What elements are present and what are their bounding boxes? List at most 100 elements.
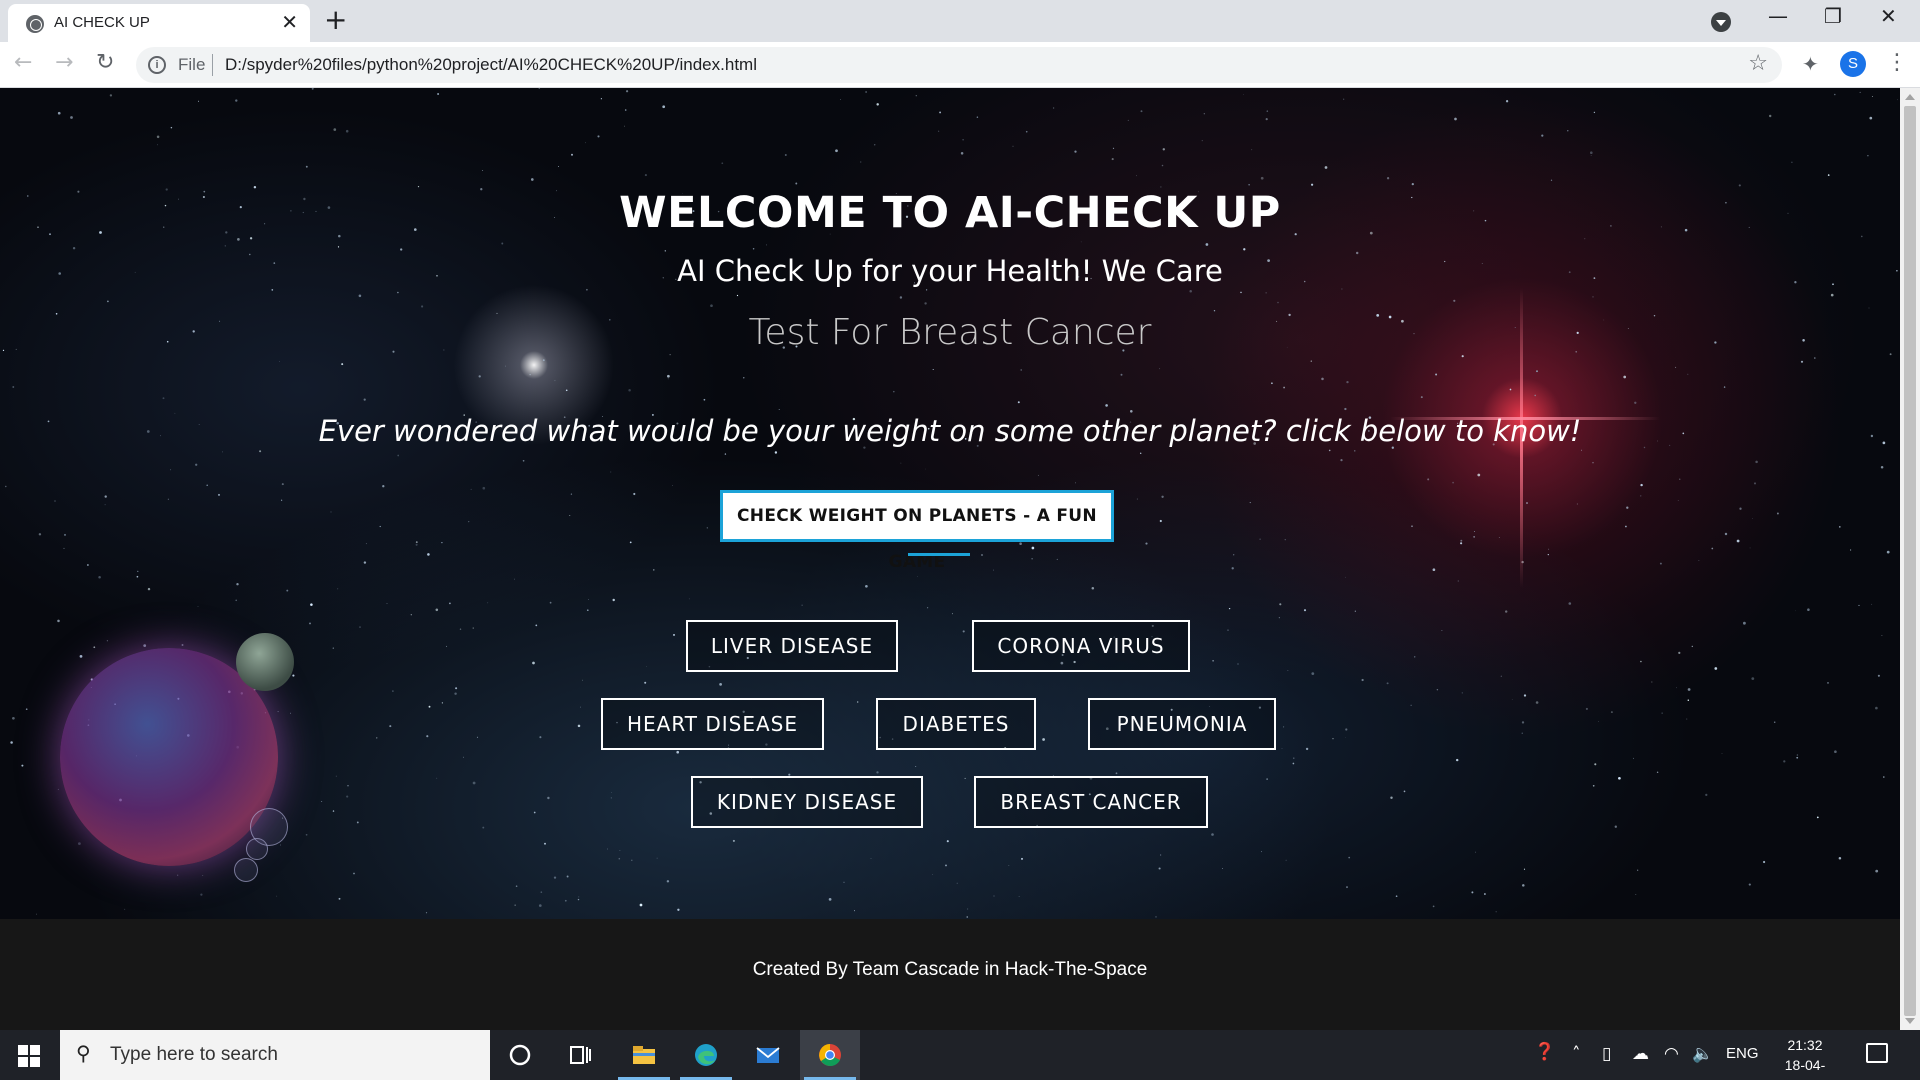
star-dot xyxy=(1475,851,1476,853)
scroll-thumb[interactable] xyxy=(1904,106,1916,1016)
url-text[interactable]: D:/spyder%20files/python%20project/AI%20… xyxy=(225,55,757,75)
star-dot xyxy=(1140,110,1143,113)
edge-button[interactable] xyxy=(676,1030,736,1080)
star-dot xyxy=(553,876,557,879)
file-explorer-button[interactable] xyxy=(614,1030,674,1080)
close-window-button[interactable]: ✕ xyxy=(1880,4,1897,28)
star-dot xyxy=(1867,154,1869,157)
taskbar-search-box[interactable]: ⚲ Type here to search xyxy=(60,1030,490,1080)
corona-virus-button[interactable]: CORONA VIRUS xyxy=(972,620,1190,672)
liver-disease-button[interactable]: LIVER DISEASE xyxy=(686,620,898,672)
new-tab-button[interactable]: + xyxy=(324,3,347,36)
vertical-scrollbar[interactable] xyxy=(1900,88,1920,1030)
star-dot xyxy=(462,756,464,758)
star-dot xyxy=(167,498,170,500)
star-dot xyxy=(236,583,239,586)
browser-menu-icon[interactable]: ⋮ xyxy=(1886,50,1908,75)
mail-button[interactable] xyxy=(738,1030,798,1080)
star-dot xyxy=(743,377,745,379)
device-icon[interactable]: ▯ xyxy=(1602,1044,1611,1064)
star-dot xyxy=(363,561,367,564)
star-dot xyxy=(1075,482,1077,484)
tab-search-icon[interactable] xyxy=(1711,12,1731,32)
scroll-up-arrow-icon[interactable] xyxy=(1905,94,1915,100)
chrome-button[interactable] xyxy=(800,1030,860,1080)
star-dot xyxy=(1763,860,1766,864)
star-dot xyxy=(542,359,545,362)
star-dot xyxy=(1189,290,1192,293)
star-dot xyxy=(1791,161,1793,163)
scroll-down-arrow-icon[interactable] xyxy=(1905,1018,1915,1024)
star-dot xyxy=(1656,771,1659,774)
star-dot xyxy=(1265,118,1268,121)
star-dot xyxy=(1112,147,1115,149)
mail-icon xyxy=(756,1047,780,1063)
star-dot xyxy=(1477,473,1481,477)
onedrive-icon[interactable]: ☁ xyxy=(1632,1044,1649,1064)
star-dot xyxy=(292,674,295,677)
help-icon[interactable]: ❓ xyxy=(1534,1042,1555,1062)
pneumonia-button[interactable]: PNEUMONIA xyxy=(1088,698,1276,750)
star-dot xyxy=(309,622,311,625)
star-dot xyxy=(290,712,292,714)
notification-center-icon[interactable] xyxy=(1866,1043,1888,1063)
volume-icon[interactable]: 🔈 xyxy=(1692,1044,1713,1064)
planet-weight-game-button[interactable]: CHECK WEIGHT ON PLANETS - A FUN GAME xyxy=(720,490,1114,572)
star-dot xyxy=(157,144,158,146)
address-bar[interactable]: i File D:/spyder%20files/python%20projec… xyxy=(136,47,1782,83)
breast-cancer-button[interactable]: BREAST CANCER xyxy=(974,776,1208,828)
profile-avatar[interactable]: S xyxy=(1840,51,1866,77)
back-arrow-icon[interactable]: ← xyxy=(14,50,32,75)
cortana-button[interactable] xyxy=(490,1030,550,1080)
star-dot xyxy=(1233,554,1235,556)
task-view-icon xyxy=(570,1046,591,1064)
restore-button[interactable]: ❐ xyxy=(1824,4,1842,28)
star-dot xyxy=(801,604,803,606)
star-dot xyxy=(501,242,504,245)
star-dot xyxy=(1453,299,1456,302)
star-dot xyxy=(104,495,107,498)
star-dot xyxy=(1705,793,1708,797)
star-dot xyxy=(1460,542,1463,545)
star-dot xyxy=(386,602,388,604)
star-dot xyxy=(1677,500,1679,502)
info-icon[interactable]: i xyxy=(148,56,166,74)
minimize-button[interactable]: — xyxy=(1768,4,1788,28)
star-dot xyxy=(441,702,444,704)
star-dot xyxy=(1749,547,1751,549)
star-dot xyxy=(1498,536,1500,538)
star-dot xyxy=(1410,704,1412,706)
star-dot xyxy=(876,771,879,774)
star-dot xyxy=(72,246,76,250)
extensions-puzzle-icon[interactable]: ✦ xyxy=(1802,52,1819,76)
star-dot xyxy=(1159,368,1161,370)
star-dot xyxy=(529,374,531,376)
heart-disease-button[interactable]: HEART DISEASE xyxy=(601,698,824,750)
star-dot xyxy=(1324,166,1328,169)
star-dot xyxy=(644,174,647,177)
wifi-icon[interactable]: ◠ xyxy=(1664,1044,1679,1064)
forward-arrow-icon[interactable]: → xyxy=(55,50,73,75)
star-dot xyxy=(1541,134,1544,137)
star-dot xyxy=(459,628,462,630)
system-clock[interactable]: 21:32 18-04-2021 xyxy=(1770,1035,1840,1080)
windows-start-icon[interactable] xyxy=(18,1045,40,1067)
star-dot xyxy=(1751,677,1755,680)
browser-tab[interactable]: AI CHECK UP ✕ xyxy=(8,4,310,42)
tab-close-icon[interactable]: ✕ xyxy=(281,10,298,34)
star-dot xyxy=(1283,726,1285,728)
task-view-button[interactable] xyxy=(550,1030,610,1080)
kidney-disease-button[interactable]: KIDNEY DISEASE xyxy=(691,776,923,828)
diabetes-button[interactable]: DIABETES xyxy=(876,698,1036,750)
bookmark-star-icon[interactable]: ☆ xyxy=(1748,51,1768,76)
reload-icon[interactable]: ↻ xyxy=(96,50,114,75)
language-indicator[interactable]: ENG xyxy=(1726,1045,1759,1062)
star-dot xyxy=(1598,720,1599,722)
chevron-up-icon[interactable]: ˄ xyxy=(1572,1044,1581,1064)
star-dot xyxy=(710,304,713,308)
star-dot xyxy=(549,601,552,604)
star-dot xyxy=(1361,678,1364,682)
star-dot xyxy=(221,451,223,453)
star-dot xyxy=(170,126,173,129)
star-dot xyxy=(1441,630,1443,631)
